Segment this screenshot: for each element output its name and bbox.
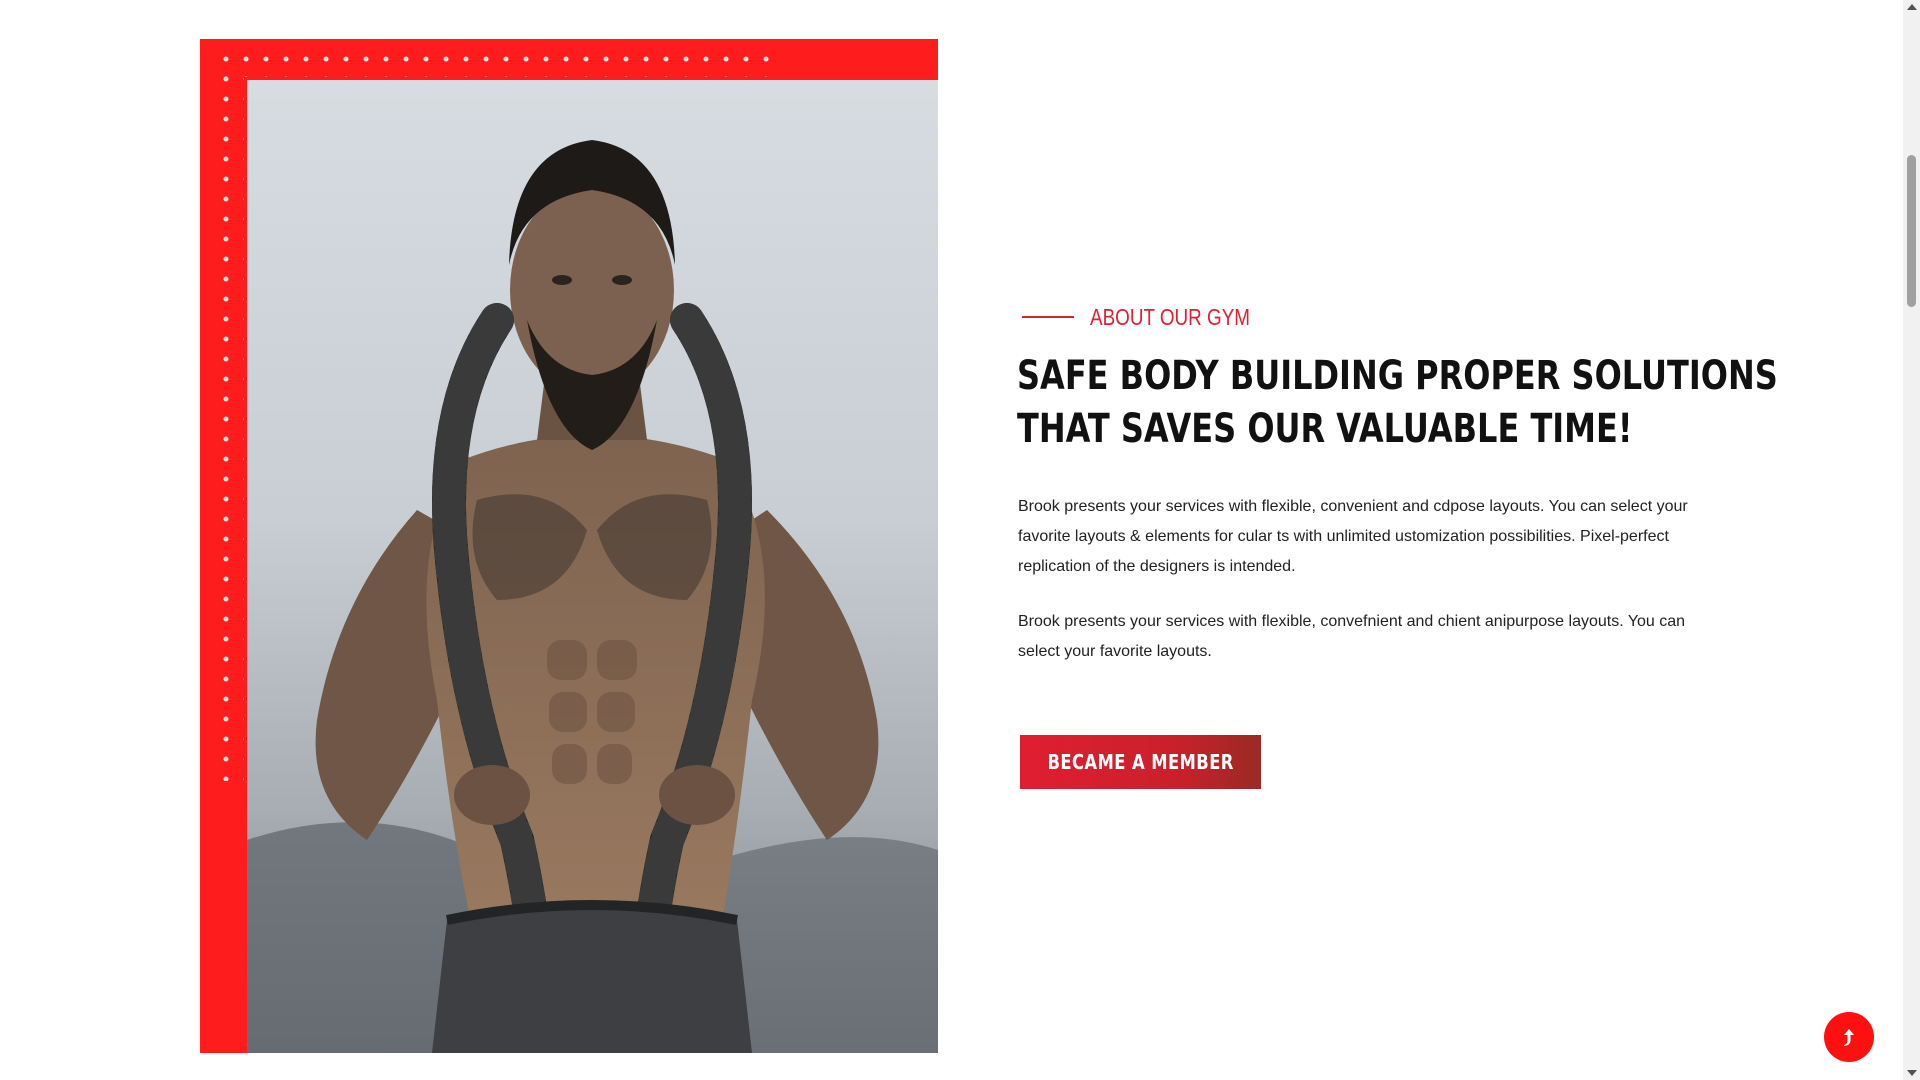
heading-line-1: SAFE BODY BUILDING PROPER SOLUTIONS bbox=[1017, 353, 1778, 399]
scroll-down-arrow-icon[interactable] bbox=[1907, 1070, 1917, 1076]
about-image-frame bbox=[200, 39, 938, 1053]
section-subtitle: ABOUT OUR GYM bbox=[1090, 303, 1250, 330]
dot-pattern-left bbox=[216, 69, 244, 781]
scroll-up-arrow-icon[interactable] bbox=[1907, 4, 1917, 10]
page: ABOUT OUR GYM SAFE BODY BUILDING PROPER … bbox=[0, 0, 1920, 1080]
scrollbar-thumb[interactable] bbox=[1907, 155, 1916, 307]
dot-pattern-top bbox=[216, 49, 772, 77]
become-member-button[interactable]: BECAME A MEMBER bbox=[1020, 735, 1261, 789]
heading-line-2: THAT SAVES OUR VALUABLE TIME! bbox=[1017, 406, 1633, 452]
section-subtitle-row: ABOUT OUR GYM bbox=[1022, 300, 1285, 334]
back-to-top-button[interactable] bbox=[1824, 1012, 1874, 1062]
arrow-up-icon bbox=[1844, 1029, 1854, 1046]
page-scrollbar[interactable] bbox=[1903, 0, 1920, 1080]
subtitle-accent-line bbox=[1022, 316, 1074, 318]
section-heading: SAFE BODY BUILDING PROPER SOLUTIONS THAT… bbox=[1017, 350, 1778, 456]
about-paragraph-2: Brook presents your services with flexib… bbox=[1018, 613, 1686, 660]
become-member-label: BECAME A MEMBER bbox=[1047, 750, 1234, 774]
about-paragraph-1: Brook presents your services with flexib… bbox=[1018, 498, 1688, 575]
bodybuilder-photo bbox=[247, 80, 938, 1053]
